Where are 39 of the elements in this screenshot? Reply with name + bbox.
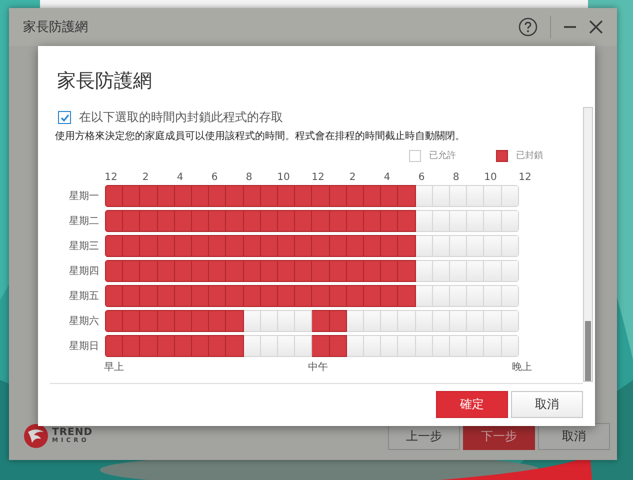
logo-name: TREND bbox=[52, 428, 93, 438]
legend-swatch bbox=[409, 150, 421, 162]
day-label: 星期三 bbox=[68, 240, 100, 253]
hour-label: 4 bbox=[176, 172, 184, 183]
day-label: 星期五 bbox=[68, 290, 100, 303]
hour-label: 8 bbox=[244, 172, 254, 183]
period-label: 中午 bbox=[307, 360, 329, 374]
period-label: 早上 bbox=[103, 360, 125, 374]
help-icon[interactable] bbox=[518, 17, 538, 37]
day-label: 星期一 bbox=[68, 190, 100, 203]
hour-label: 10 bbox=[483, 172, 498, 183]
description: 使用方格來決定您的家庭成員可以使用該程式的時間。程式會在排程的時間截止時自動關閉。 bbox=[54, 130, 466, 143]
hour-label: 2 bbox=[348, 172, 357, 183]
dialog-button[interactable]: 確定 bbox=[436, 391, 508, 418]
hour-label: 10 bbox=[276, 172, 291, 183]
hour-label: 4 bbox=[382, 172, 392, 183]
logo-icon bbox=[23, 423, 49, 449]
hour-label: 12 bbox=[518, 172, 532, 183]
period-label: 晚上 bbox=[511, 360, 533, 374]
hour-label: 2 bbox=[141, 172, 150, 183]
hour-label: 12 bbox=[104, 172, 118, 183]
hour-label: 12 bbox=[310, 172, 326, 183]
checkbox[interactable] bbox=[58, 111, 71, 124]
day-label: 星期二 bbox=[68, 214, 100, 228]
day-label: 星期六 bbox=[68, 314, 100, 328]
scrollbar[interactable] bbox=[583, 107, 593, 382]
hour-label: 6 bbox=[417, 172, 426, 183]
window-title: 家長防護網 bbox=[23, 19, 88, 36]
legend-label: 已封鎖 bbox=[516, 150, 543, 162]
close-icon[interactable] bbox=[589, 20, 603, 34]
hour-label: 8 bbox=[452, 172, 460, 183]
hour-label: 6 bbox=[210, 172, 219, 183]
legend-swatch bbox=[496, 150, 508, 162]
dialog-title: 家長防護網 bbox=[56, 69, 153, 94]
day-label: 星期四 bbox=[68, 264, 100, 278]
dialog-button[interactable]: 取消 bbox=[511, 391, 583, 418]
checkbox-label: 在以下選取的時間內封鎖此程式的存取 bbox=[79, 109, 283, 126]
legend-label: 已允許 bbox=[429, 150, 456, 162]
day-label: 星期日 bbox=[68, 340, 100, 353]
